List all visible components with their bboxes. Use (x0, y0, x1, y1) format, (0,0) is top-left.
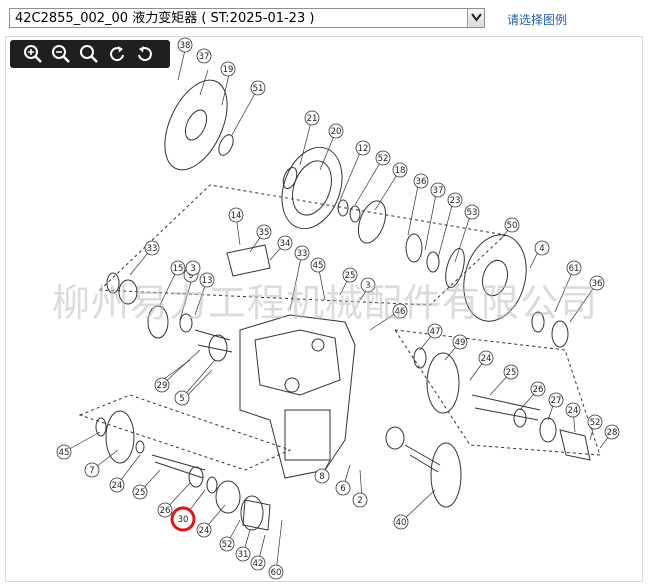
callout-number[interactable]: 26 (160, 506, 171, 516)
callout-number[interactable]: 24 (199, 526, 210, 536)
callout-number[interactable]: 12 (358, 144, 369, 154)
callout-number[interactable]: 52 (222, 540, 233, 550)
callout-number[interactable]: 29 (157, 381, 168, 391)
part-turbine (281, 146, 343, 230)
part-gear-right (426, 352, 460, 414)
callout-number[interactable]: 5 (179, 394, 184, 404)
zoom-toolbar (10, 40, 170, 68)
rotate-left-button[interactable] (134, 43, 156, 65)
callout-number[interactable]: 45 (59, 448, 70, 458)
callout-number[interactable]: 20 (331, 127, 342, 137)
callout-number[interactable]: 52 (590, 418, 601, 428)
callout-number[interactable]: 51 (253, 84, 264, 94)
callout-number[interactable]: 24 (481, 354, 492, 364)
callout-number[interactable]: 40 (396, 518, 407, 528)
dashed-frame-lower (78, 394, 292, 471)
callout-number[interactable]: 8 (319, 472, 324, 482)
zoom-fit-icon (80, 45, 98, 63)
rotate-right-icon (110, 46, 124, 62)
callout-number[interactable]: 36 (416, 177, 427, 187)
callout-number[interactable]: 19 (223, 65, 234, 75)
callout-number[interactable]: 35 (259, 228, 270, 238)
callout-number[interactable]: 21 (307, 114, 318, 124)
callout-number[interactable]: 6 (340, 484, 345, 494)
callout-number[interactable]: 25 (135, 488, 146, 498)
zoom-out-icon (52, 45, 70, 63)
callout-number[interactable]: 4 (539, 244, 544, 254)
callout-number[interactable]: 26 (533, 385, 544, 395)
callout-number[interactable]: 47 (430, 327, 441, 337)
callout-number[interactable]: 7 (89, 466, 94, 476)
part-gear-bottom (430, 442, 462, 508)
watermark-text: 柳州易力工程机械配件有限公司 (52, 281, 599, 325)
callout-number[interactable]: 37 (433, 186, 444, 196)
dashed-frame-right (393, 329, 601, 456)
callout-number[interactable]: 52 (378, 154, 389, 164)
callout-number[interactable]: 30 (178, 515, 189, 525)
callout-number[interactable]: 18 (395, 166, 406, 176)
callout-number[interactable]: 37 (199, 52, 210, 62)
zoom-fit-button[interactable] (78, 43, 100, 65)
callout-number[interactable]: 25 (506, 368, 517, 378)
callout-number[interactable]: 24 (112, 481, 123, 491)
callout-number[interactable]: 50 (507, 221, 518, 231)
callout-number[interactable]: 45 (313, 261, 324, 271)
rotate-right-button[interactable] (106, 43, 128, 65)
callout-number[interactable]: 53 (467, 208, 478, 218)
part-stator (357, 200, 387, 244)
callout-number[interactable]: 38 (180, 41, 191, 51)
part-plate (164, 79, 228, 171)
zoom-in-button[interactable] (22, 43, 44, 65)
callout-number[interactable]: 33 (297, 249, 308, 259)
callout-number[interactable]: 33 (147, 244, 158, 254)
callout-number[interactable]: 24 (568, 406, 579, 416)
callout-number[interactable]: 23 (450, 196, 461, 206)
zoom-in-icon (24, 45, 42, 63)
callout-number[interactable]: 49 (455, 338, 466, 348)
callout-number[interactable]: 27 (551, 396, 562, 406)
callout-number[interactable]: 34 (280, 239, 291, 249)
callout-number[interactable]: 28 (607, 428, 618, 438)
callout-number[interactable]: 2 (357, 496, 362, 506)
part-gear-left (105, 410, 135, 464)
rotate-left-icon (138, 46, 152, 62)
callout-number[interactable]: 60 (271, 568, 282, 578)
callout-number[interactable]: 31 (238, 550, 249, 560)
callout-number[interactable]: 42 (253, 559, 264, 569)
callout-number[interactable]: 14 (231, 211, 242, 221)
zoom-out-button[interactable] (50, 43, 72, 65)
